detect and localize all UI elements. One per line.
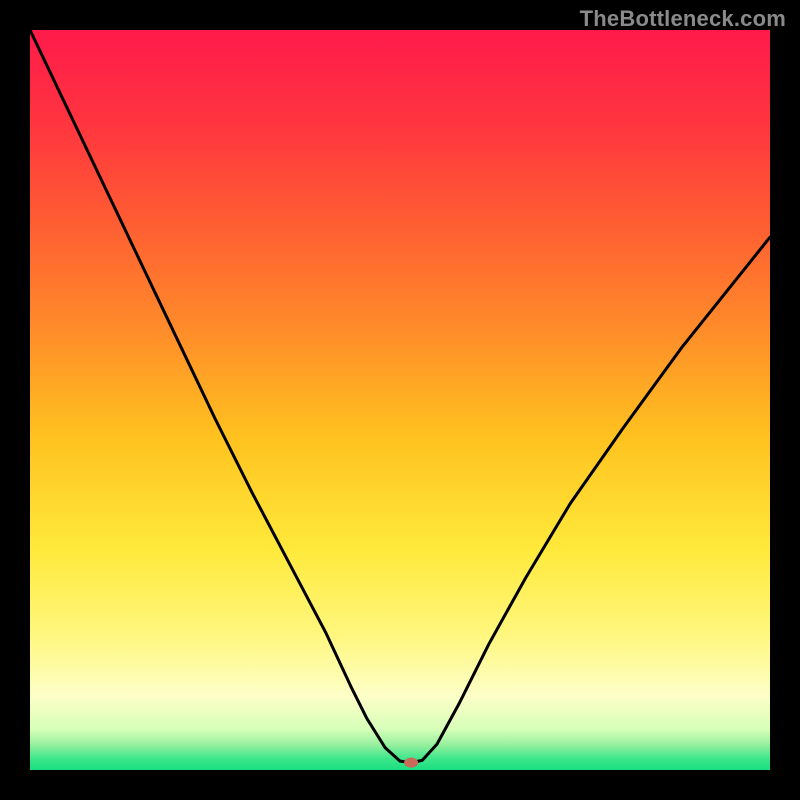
- watermark-text: TheBottleneck.com: [580, 6, 786, 32]
- plot-background: [30, 30, 770, 770]
- bottleneck-chart: [0, 0, 800, 800]
- optimal-point-marker: [404, 758, 418, 768]
- chart-container: TheBottleneck.com: [0, 0, 800, 800]
